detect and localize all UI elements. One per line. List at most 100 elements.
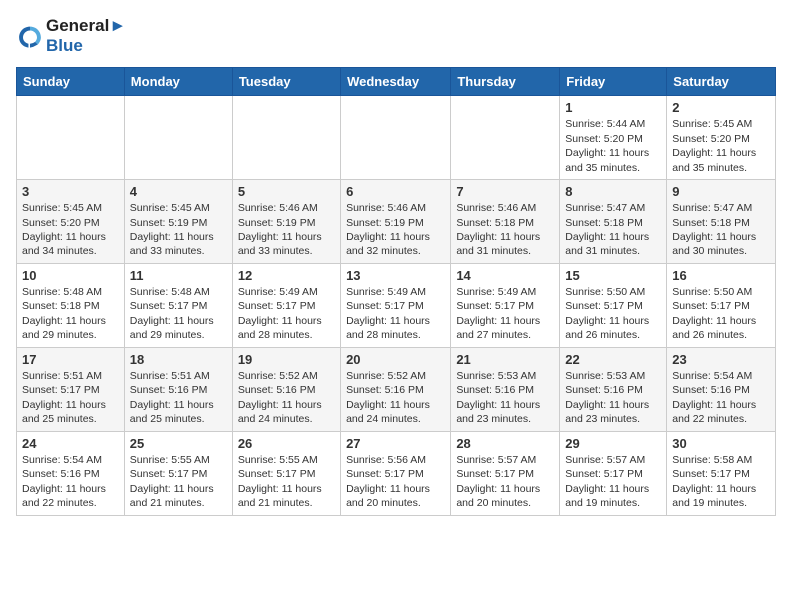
cell-content-line: Sunrise: 5:56 AM (346, 453, 445, 467)
cell-content-line: Daylight: 11 hours and 26 minutes. (565, 314, 661, 343)
calendar-cell: 9Sunrise: 5:47 AMSunset: 5:18 PMDaylight… (667, 180, 776, 264)
calendar-cell (124, 96, 232, 180)
cell-content-line: Sunset: 5:17 PM (672, 467, 770, 481)
cell-content-line: Sunrise: 5:52 AM (346, 369, 445, 383)
calendar-cell (341, 96, 451, 180)
cell-content-line: Daylight: 11 hours and 32 minutes. (346, 230, 445, 259)
cell-content-line: Daylight: 11 hours and 19 minutes. (672, 482, 770, 511)
cell-content-line: Sunrise: 5:55 AM (238, 453, 335, 467)
cell-content-line: Daylight: 11 hours and 28 minutes. (346, 314, 445, 343)
cell-content-line: Daylight: 11 hours and 25 minutes. (22, 398, 119, 427)
calendar-cell: 1Sunrise: 5:44 AMSunset: 5:20 PMDaylight… (560, 96, 667, 180)
cell-content-line: Sunrise: 5:49 AM (346, 285, 445, 299)
cell-content-line: Sunset: 5:16 PM (456, 383, 554, 397)
cell-content-line: Sunset: 5:17 PM (672, 299, 770, 313)
calendar-cell: 22Sunrise: 5:53 AMSunset: 5:16 PMDayligh… (560, 347, 667, 431)
cell-content-line: Daylight: 11 hours and 21 minutes. (238, 482, 335, 511)
day-number: 11 (130, 268, 227, 283)
calendar-cell: 6Sunrise: 5:46 AMSunset: 5:19 PMDaylight… (341, 180, 451, 264)
weekday-header-saturday: Saturday (667, 68, 776, 96)
day-number: 12 (238, 268, 335, 283)
cell-content-line: Daylight: 11 hours and 21 minutes. (130, 482, 227, 511)
calendar-cell: 7Sunrise: 5:46 AMSunset: 5:18 PMDaylight… (451, 180, 560, 264)
logo-text: General► Blue (46, 16, 126, 55)
cell-content-line: Sunset: 5:18 PM (565, 216, 661, 230)
day-number: 8 (565, 184, 661, 199)
cell-content-line: Sunrise: 5:47 AM (672, 201, 770, 215)
calendar-week-row: 17Sunrise: 5:51 AMSunset: 5:17 PMDayligh… (17, 347, 776, 431)
cell-content-line: Sunset: 5:17 PM (238, 467, 335, 481)
calendar-week-row: 1Sunrise: 5:44 AMSunset: 5:20 PMDaylight… (17, 96, 776, 180)
cell-content-line: Sunset: 5:20 PM (672, 132, 770, 146)
day-number: 9 (672, 184, 770, 199)
cell-content-line: Sunrise: 5:54 AM (22, 453, 119, 467)
day-number: 24 (22, 436, 119, 451)
calendar-week-row: 24Sunrise: 5:54 AMSunset: 5:16 PMDayligh… (17, 431, 776, 515)
cell-content-line: Daylight: 11 hours and 33 minutes. (238, 230, 335, 259)
cell-content-line: Daylight: 11 hours and 34 minutes. (22, 230, 119, 259)
calendar-cell: 26Sunrise: 5:55 AMSunset: 5:17 PMDayligh… (232, 431, 340, 515)
day-number: 15 (565, 268, 661, 283)
day-number: 17 (22, 352, 119, 367)
cell-content-line: Daylight: 11 hours and 24 minutes. (346, 398, 445, 427)
calendar-cell (232, 96, 340, 180)
cell-content-line: Sunset: 5:20 PM (22, 216, 119, 230)
cell-content-line: Daylight: 11 hours and 25 minutes. (130, 398, 227, 427)
cell-content-line: Daylight: 11 hours and 29 minutes. (22, 314, 119, 343)
cell-content-line: Sunset: 5:16 PM (565, 383, 661, 397)
cell-content-line: Daylight: 11 hours and 23 minutes. (456, 398, 554, 427)
day-number: 7 (456, 184, 554, 199)
cell-content-line: Daylight: 11 hours and 19 minutes. (565, 482, 661, 511)
cell-content-line: Sunset: 5:19 PM (238, 216, 335, 230)
weekday-header-row: SundayMondayTuesdayWednesdayThursdayFrid… (17, 68, 776, 96)
cell-content-line: Sunrise: 5:52 AM (238, 369, 335, 383)
day-number: 20 (346, 352, 445, 367)
logo: General► Blue (16, 16, 126, 55)
day-number: 3 (22, 184, 119, 199)
calendar-week-row: 10Sunrise: 5:48 AMSunset: 5:18 PMDayligh… (17, 263, 776, 347)
day-number: 29 (565, 436, 661, 451)
calendar-cell: 21Sunrise: 5:53 AMSunset: 5:16 PMDayligh… (451, 347, 560, 431)
calendar-cell: 10Sunrise: 5:48 AMSunset: 5:18 PMDayligh… (17, 263, 125, 347)
cell-content-line: Sunrise: 5:57 AM (565, 453, 661, 467)
cell-content-line: Daylight: 11 hours and 27 minutes. (456, 314, 554, 343)
calendar-cell (17, 96, 125, 180)
cell-content-line: Sunrise: 5:48 AM (22, 285, 119, 299)
cell-content-line: Daylight: 11 hours and 26 minutes. (672, 314, 770, 343)
cell-content-line: Sunset: 5:17 PM (456, 299, 554, 313)
cell-content-line: Sunrise: 5:45 AM (130, 201, 227, 215)
cell-content-line: Sunrise: 5:46 AM (238, 201, 335, 215)
cell-content-line: Sunset: 5:18 PM (22, 299, 119, 313)
cell-content-line: Sunset: 5:18 PM (672, 216, 770, 230)
calendar-cell: 25Sunrise: 5:55 AMSunset: 5:17 PMDayligh… (124, 431, 232, 515)
cell-content-line: Daylight: 11 hours and 28 minutes. (238, 314, 335, 343)
day-number: 30 (672, 436, 770, 451)
calendar-cell: 11Sunrise: 5:48 AMSunset: 5:17 PMDayligh… (124, 263, 232, 347)
cell-content-line: Daylight: 11 hours and 29 minutes. (130, 314, 227, 343)
day-number: 28 (456, 436, 554, 451)
cell-content-line: Sunset: 5:17 PM (130, 467, 227, 481)
cell-content-line: Daylight: 11 hours and 20 minutes. (456, 482, 554, 511)
cell-content-line: Sunrise: 5:53 AM (456, 369, 554, 383)
cell-content-line: Sunset: 5:17 PM (565, 299, 661, 313)
cell-content-line: Sunrise: 5:54 AM (672, 369, 770, 383)
cell-content-line: Sunrise: 5:44 AM (565, 117, 661, 131)
cell-content-line: Daylight: 11 hours and 20 minutes. (346, 482, 445, 511)
calendar-cell: 24Sunrise: 5:54 AMSunset: 5:16 PMDayligh… (17, 431, 125, 515)
calendar-cell: 8Sunrise: 5:47 AMSunset: 5:18 PMDaylight… (560, 180, 667, 264)
page-header: General► Blue (16, 16, 776, 55)
calendar-cell: 12Sunrise: 5:49 AMSunset: 5:17 PMDayligh… (232, 263, 340, 347)
calendar-cell: 17Sunrise: 5:51 AMSunset: 5:17 PMDayligh… (17, 347, 125, 431)
cell-content-line: Sunset: 5:17 PM (22, 383, 119, 397)
calendar-cell (451, 96, 560, 180)
cell-content-line: Sunset: 5:17 PM (346, 299, 445, 313)
calendar-cell: 18Sunrise: 5:51 AMSunset: 5:16 PMDayligh… (124, 347, 232, 431)
day-number: 14 (456, 268, 554, 283)
cell-content-line: Sunset: 5:17 PM (130, 299, 227, 313)
cell-content-line: Daylight: 11 hours and 23 minutes. (565, 398, 661, 427)
day-number: 16 (672, 268, 770, 283)
calendar-cell: 20Sunrise: 5:52 AMSunset: 5:16 PMDayligh… (341, 347, 451, 431)
day-number: 23 (672, 352, 770, 367)
cell-content-line: Sunset: 5:17 PM (238, 299, 335, 313)
cell-content-line: Sunset: 5:16 PM (672, 383, 770, 397)
